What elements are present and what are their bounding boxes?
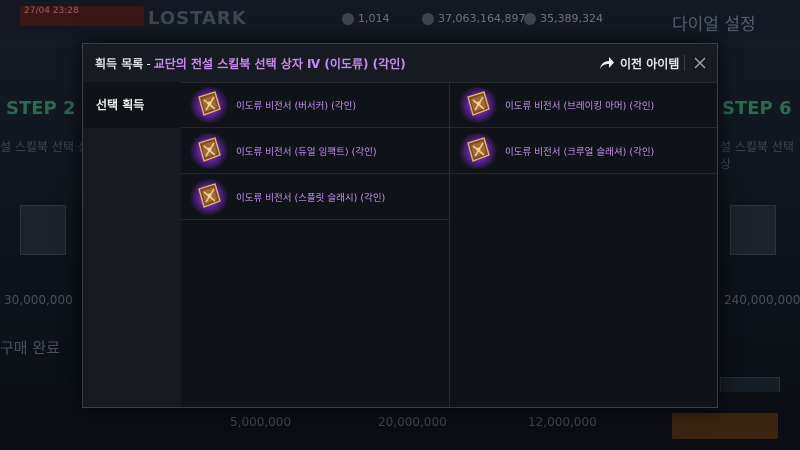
- background-purchase-done: 구매 완료: [0, 339, 60, 357]
- header-divider: [684, 55, 685, 71]
- background-bottom-price-1: 5,000,000: [230, 415, 292, 429]
- engraving-book-icon: [189, 177, 229, 217]
- share-arrow-icon: [600, 57, 614, 69]
- modal-header: 획득 목록 - 교단의 전설 스킬북 선택 상자 Ⅳ (이도류) (각인) 이전 아…: [83, 44, 717, 83]
- background-step-left: STEP 2: [6, 98, 76, 119]
- engraving-book-icon: [189, 85, 229, 125]
- modal-title-main: 획득 목록: [95, 57, 144, 71]
- background-buy-button: [672, 413, 778, 439]
- background-step-right: STEP 6: [722, 98, 792, 119]
- background-chest-left: [20, 205, 66, 255]
- item-list: 이도류 비전서 (버서커) (각인) 이도류 비전서 (브레이킹 아머) (각인…: [181, 82, 717, 407]
- list-item-berserker[interactable]: 이도류 비전서 (버서커) (각인): [181, 82, 449, 128]
- background-price-right: 240,000,000: [724, 293, 800, 307]
- close-button[interactable]: [692, 55, 708, 71]
- background-side-text-right: 설 스킬북 선택 상: [720, 140, 794, 171]
- background-currency-1: 1,014: [342, 12, 390, 25]
- list-item-cruel-slasher[interactable]: 이도류 비전서 (크루얼 슬래셔) (각인): [450, 128, 717, 174]
- engraving-book-icon: [458, 131, 498, 171]
- modal-sidebar: 선택 획득: [83, 82, 181, 407]
- currency-value: 1,014: [358, 12, 390, 25]
- background-logo: LOSTARK: [148, 8, 247, 29]
- gold-icon: [524, 13, 536, 25]
- acquisition-list-modal: 획득 목록 - 교단의 전설 스킬북 선택 상자 Ⅳ (이도류) (각인) 이전 아…: [82, 43, 718, 408]
- previous-item-label: 이전 아이템: [620, 56, 680, 71]
- background-right-title: 다이얼 설정: [672, 15, 756, 35]
- engraving-book-icon: [189, 131, 229, 171]
- background-currency-3: 35,389,324: [524, 12, 603, 25]
- tab-choice-acquisition[interactable]: 선택 획득: [83, 82, 181, 128]
- currency-value: 35,389,324: [540, 12, 603, 25]
- crystal-icon: [342, 13, 354, 25]
- previous-item-button[interactable]: 이전 아이템: [599, 54, 679, 72]
- modal-title: 획득 목록 - 교단의 전설 스킬북 선택 상자 Ⅳ (이도류) (각인): [95, 55, 406, 72]
- background-bottom-price-3: 12,000,000: [528, 415, 597, 429]
- item-name: 이도류 비전서 (듀얼 임팩트) (각인): [236, 146, 377, 158]
- currency-value: 37,063,164,897: [438, 12, 526, 25]
- background-side-text-left: 설 스킬북 선택 상: [0, 140, 89, 154]
- background-currency-2: 37,063,164,897: [422, 12, 525, 25]
- list-item-breaking-armor[interactable]: 이도류 비전서 (브레이킹 아머) (각인): [450, 82, 717, 128]
- engraving-book-icon: [458, 85, 498, 125]
- list-item-split-slash[interactable]: 이도류 비전서 (스플릿 슬래시) (각인): [181, 174, 449, 220]
- background-bottom-price-2: 20,000,000: [378, 415, 447, 429]
- background-event-badge: 27/04 23:28: [20, 6, 144, 26]
- list-item-dual-impact[interactable]: 이도류 비전서 (듀얼 임팩트) (각인): [181, 128, 449, 174]
- modal-title-item-name: 교단의 전설 스킬북 선택 상자 Ⅳ (이도류) (각인): [153, 57, 406, 71]
- background-price-left: 30,000,000: [4, 293, 73, 307]
- close-icon: [694, 57, 706, 69]
- item-name: 이도류 비전서 (스플릿 슬래시) (각인): [236, 192, 386, 204]
- background-chest-right: [730, 205, 776, 255]
- modal-title-separator: -: [146, 57, 151, 71]
- item-name: 이도류 비전서 (브레이킹 아머) (각인): [505, 100, 655, 112]
- item-name: 이도류 비전서 (버서커) (각인): [236, 100, 357, 112]
- silver-icon: [422, 13, 434, 25]
- item-name: 이도류 비전서 (크루얼 슬래셔) (각인): [505, 146, 655, 158]
